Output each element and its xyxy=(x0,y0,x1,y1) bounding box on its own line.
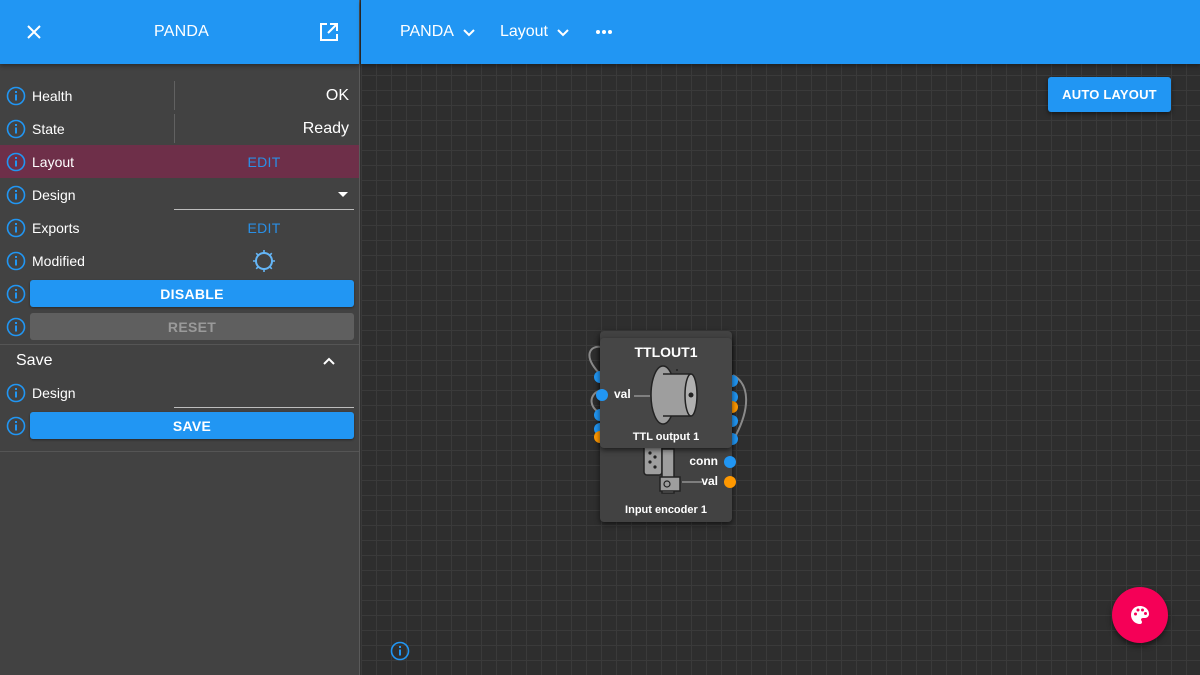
row-state: State Ready xyxy=(0,112,359,145)
palette-icon xyxy=(1131,606,1149,624)
breadcrumb-panda[interactable]: PANDA xyxy=(400,23,476,41)
info-icon[interactable] xyxy=(6,185,26,205)
port-val-in[interactable] xyxy=(596,389,608,401)
disable-button[interactable]: DISABLE xyxy=(30,280,354,307)
divider xyxy=(174,81,175,110)
port-line xyxy=(682,481,702,483)
port-label-val: val xyxy=(614,387,631,401)
left-panel: PANDA Health OK State Ready Layout EDIT … xyxy=(0,0,360,675)
chevron-down-icon xyxy=(463,29,475,37)
breadcrumb-layout[interactable]: Layout xyxy=(500,23,570,41)
exports-edit-button[interactable]: EDIT xyxy=(174,220,354,236)
row-design: Design xyxy=(0,178,359,211)
close-icon[interactable] xyxy=(22,20,46,44)
layout-label: Layout xyxy=(32,153,75,170)
design-label: Design xyxy=(32,186,76,203)
save-section-title: Save xyxy=(16,351,53,369)
info-icon[interactable] xyxy=(6,317,26,337)
save-design-label: Design xyxy=(32,384,76,401)
layout-canvas[interactable]: PANDA Layout AUTO LAYOUT conn val Input … xyxy=(361,0,1200,675)
ttlout-subtitle: TTL output 1 xyxy=(632,431,700,443)
row-save-design: Design xyxy=(0,376,359,409)
chevron-down-icon xyxy=(557,29,569,37)
app-root: PANDA Health OK State Ready Layout EDIT … xyxy=(0,0,1200,675)
row-save: SAVE xyxy=(0,409,359,442)
auto-layout-button[interactable]: AUTO LAYOUT xyxy=(1048,77,1171,112)
row-health: Health OK xyxy=(0,79,359,112)
dropdown-arrow-icon xyxy=(338,192,348,197)
info-icon[interactable] xyxy=(6,86,26,106)
info-icon[interactable] xyxy=(390,641,410,661)
info-icon[interactable] xyxy=(6,251,26,271)
more-horiz-icon[interactable] xyxy=(594,22,614,42)
ttl-connector-icon xyxy=(650,365,698,425)
health-value: OK xyxy=(325,86,349,104)
encoder-icon xyxy=(643,444,681,494)
port-val[interactable] xyxy=(724,476,736,488)
state-value: Ready xyxy=(302,119,349,137)
state-label: State xyxy=(32,120,65,137)
info-icon[interactable] xyxy=(6,284,26,304)
port-line xyxy=(634,395,650,397)
right-header: PANDA Layout xyxy=(361,0,1200,64)
inenc-subtitle: Input encoder 1 xyxy=(625,504,707,516)
palette-button[interactable] xyxy=(1112,587,1168,643)
panel-title: PANDA xyxy=(154,23,209,40)
port-conn[interactable] xyxy=(724,456,736,468)
chevron-up-icon[interactable] xyxy=(321,353,337,369)
info-icon[interactable] xyxy=(6,218,26,238)
row-layout: Layout EDIT xyxy=(0,145,359,178)
info-icon[interactable] xyxy=(6,119,26,139)
info-icon[interactable] xyxy=(6,416,26,436)
save-button[interactable]: SAVE xyxy=(30,412,354,439)
left-header: PANDA xyxy=(0,0,359,64)
port-label-val: val xyxy=(701,474,718,488)
spinner-icon xyxy=(253,250,275,272)
info-icon[interactable] xyxy=(6,383,26,403)
health-label: Health xyxy=(32,87,73,104)
ttlout-node[interactable]: TTLOUT1 val TTL output 1 xyxy=(596,338,732,448)
open-in-new-icon[interactable] xyxy=(317,20,341,44)
save-section-header[interactable]: Save xyxy=(0,345,359,376)
section-divider xyxy=(0,451,359,452)
modified-label: Modified xyxy=(32,252,85,269)
row-reset: RESET xyxy=(0,310,359,343)
exports-label: Exports xyxy=(32,219,80,236)
reset-button[interactable]: RESET xyxy=(30,313,354,340)
row-modified: Modified xyxy=(0,244,359,277)
block-attributes: Health OK State Ready Layout EDIT Design xyxy=(0,64,359,343)
save-design-input[interactable] xyxy=(174,379,354,408)
design-select[interactable] xyxy=(174,181,354,210)
layout-edit-button[interactable]: EDIT xyxy=(174,154,354,170)
row-disable: DISABLE xyxy=(0,277,359,310)
divider xyxy=(174,114,175,143)
breadcrumb-label: Layout xyxy=(499,23,548,40)
breadcrumb-label: PANDA xyxy=(400,23,454,40)
info-icon[interactable] xyxy=(6,152,26,172)
ttlout-title: TTLOUT1 xyxy=(634,344,698,360)
port-label-conn: conn xyxy=(689,454,718,468)
row-exports: Exports EDIT xyxy=(0,211,359,244)
